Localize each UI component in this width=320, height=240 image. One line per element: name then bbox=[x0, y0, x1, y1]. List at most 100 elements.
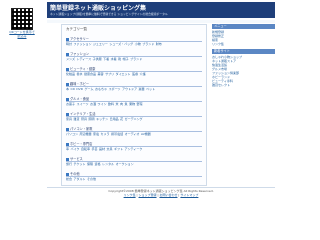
category-link[interactable]: オーディオ bbox=[125, 132, 140, 136]
category-link[interactable]: 周辺機器 bbox=[80, 132, 92, 136]
category-link[interactable]: 旅行 bbox=[66, 162, 72, 166]
category-link[interactable]: カメラ bbox=[101, 132, 110, 136]
category-list-panel: カテゴリ一覧 アクセサリー 時計 ファッション ジュエリー シューズ・バッグ 小物 ブラン… bbox=[61, 24, 207, 186]
category-link[interactable]: 肉 bbox=[120, 102, 123, 106]
category-link[interactable]: レンタル bbox=[102, 162, 114, 166]
footer-link[interactable]: ショップ登録 bbox=[139, 193, 157, 197]
category-heading[interactable]: 趣味・ホビー bbox=[70, 82, 89, 86]
category-link[interactable]: 財布 bbox=[156, 42, 162, 46]
category-link[interactable]: 子供服 bbox=[93, 57, 102, 61]
category-links: 総合 アダルト その他 bbox=[66, 177, 202, 181]
category-link[interactable]: 文具 bbox=[107, 147, 113, 151]
category-link[interactable]: ダイエット bbox=[116, 72, 131, 76]
category-link[interactable]: AV機器 bbox=[141, 132, 151, 136]
category-link[interactable]: シューズ・バッグ bbox=[109, 42, 133, 46]
folder-icon bbox=[66, 112, 69, 116]
category-link[interactable]: お酒 bbox=[90, 102, 96, 106]
category-link[interactable]: キッチン bbox=[96, 117, 108, 121]
category-link[interactable]: 下着 bbox=[103, 57, 109, 61]
category-link[interactable]: バイク bbox=[71, 147, 80, 151]
category-link[interactable]: 介護 bbox=[140, 72, 146, 76]
category-link[interactable]: チケット bbox=[74, 162, 86, 166]
category-heading[interactable]: インテリア・生活 bbox=[70, 112, 96, 116]
category-link[interactable]: アンティーク bbox=[125, 147, 143, 151]
category-link[interactable]: DVD bbox=[76, 87, 83, 91]
category-link[interactable]: 化粧品 bbox=[66, 72, 75, 76]
category-link[interactable]: 飲料 bbox=[108, 102, 114, 106]
category-link[interactable]: 保険 bbox=[87, 162, 93, 166]
category-link[interactable]: ブランド bbox=[130, 57, 142, 61]
category-link[interactable]: 帽子 bbox=[123, 57, 129, 61]
category-link[interactable]: 車 bbox=[66, 147, 69, 151]
category-link[interactable]: 花 bbox=[120, 117, 123, 121]
category-link[interactable]: ワイン bbox=[97, 102, 106, 106]
category-link[interactable]: 自転車 bbox=[81, 147, 90, 151]
category-link[interactable]: アダルト bbox=[74, 177, 86, 181]
category-link[interactable]: 健康食品 bbox=[84, 72, 96, 76]
sidebar: メニュー 新規登録 登録修正 検索 リンク集 新着サイト おしゃれ小物ショップ … bbox=[212, 24, 275, 90]
category-link[interactable]: 携帯電話 bbox=[111, 132, 123, 136]
category-link[interactable]: パソコン bbox=[66, 132, 78, 136]
footer-link[interactable]: サイトマップ bbox=[180, 193, 198, 197]
category-link[interactable]: ガーデニング bbox=[125, 117, 143, 121]
category-link[interactable]: 寝具 bbox=[81, 117, 87, 121]
category-heading[interactable]: パソコン・家電 bbox=[70, 127, 92, 131]
category-link[interactable]: スポーツ bbox=[108, 87, 120, 91]
category-link[interactable]: 本 bbox=[66, 87, 69, 91]
category-heading[interactable]: アクセサリー bbox=[70, 37, 89, 41]
category-link[interactable]: 水着 bbox=[111, 57, 117, 61]
category-link[interactable]: 小物 bbox=[135, 42, 141, 46]
category-link[interactable]: 手芸 bbox=[91, 147, 97, 151]
category-link[interactable]: サプリ bbox=[105, 72, 114, 76]
category-link[interactable]: 靴 bbox=[118, 57, 121, 61]
category-heading[interactable]: サービス bbox=[70, 157, 83, 161]
category-link[interactable]: 照明 bbox=[89, 117, 95, 121]
sidebar-info-item[interactable]: 雑貨セレクト bbox=[212, 83, 275, 87]
category-link[interactable]: スイーツ bbox=[77, 102, 89, 106]
category-links: メンズ レディース 子供服 下着 水着靴帽子 ブランド bbox=[66, 57, 202, 61]
category-link[interactable]: 雑貨 bbox=[74, 117, 80, 121]
category-link[interactable]: 美容 bbox=[98, 72, 104, 76]
category-link[interactable]: 日用品 bbox=[110, 117, 119, 121]
category-link[interactable]: 医療 bbox=[132, 72, 138, 76]
category-link[interactable]: 資格 bbox=[95, 162, 101, 166]
category-heading[interactable]: その他 bbox=[70, 172, 80, 176]
category-link[interactable]: その他 bbox=[87, 177, 96, 181]
category-link[interactable]: おもちゃ bbox=[95, 87, 107, 91]
footer-link[interactable]: お問い合わせ bbox=[159, 193, 177, 197]
category-link[interactable]: 魚 bbox=[125, 102, 128, 106]
category-link[interactable]: アウトドア bbox=[122, 87, 137, 91]
category-link[interactable]: 家電 bbox=[93, 132, 99, 136]
category-link[interactable]: ジュエリー bbox=[93, 42, 108, 46]
category-link[interactable]: ギフト bbox=[114, 147, 123, 151]
category-link[interactable]: 画材 bbox=[99, 147, 105, 151]
category-link[interactable]: メンズ bbox=[66, 57, 75, 61]
site-title[interactable]: 簡単登録ネット通販ショッピング集 bbox=[50, 3, 146, 12]
category-heading[interactable]: ファッション bbox=[70, 52, 89, 56]
category-heading[interactable]: ホビー・専門店 bbox=[70, 142, 92, 146]
category-link[interactable]: ブランド bbox=[142, 42, 154, 46]
category-heading[interactable]: グルメ・食品 bbox=[70, 97, 89, 101]
category-section: 趣味・ホビー 本 CD DVD ゲーム おもちゃ スポーツ アウトドア 楽器 ペット bbox=[66, 82, 202, 91]
category-link[interactable]: お菓子 bbox=[66, 102, 75, 106]
category-link[interactable]: 楽器 bbox=[138, 87, 144, 91]
category-link[interactable]: オークション bbox=[116, 162, 134, 166]
category-link[interactable]: 総合 bbox=[66, 177, 72, 181]
qr-code-caption[interactable]: QRコードを携帯で読込み bbox=[8, 30, 36, 38]
sidebar-menu-item[interactable]: リンク集 bbox=[212, 42, 275, 46]
footer-link[interactable]: リンク集 bbox=[124, 193, 136, 197]
category-link[interactable]: 米 bbox=[116, 102, 119, 106]
category-link[interactable]: ゲーム bbox=[85, 87, 94, 91]
category-heading[interactable]: ビューティ・健康 bbox=[70, 67, 95, 71]
category-link[interactable]: 香水 bbox=[77, 72, 83, 76]
category-link[interactable]: 野菜 bbox=[137, 102, 143, 106]
category-section: ホビー・専門店 車バイク 自転車 手芸 画材 文具 ギフト アンティーク bbox=[66, 142, 202, 151]
category-link[interactable]: ファッション bbox=[74, 42, 92, 46]
category-link[interactable]: 時計 bbox=[66, 42, 72, 46]
category-link[interactable]: 家具 bbox=[66, 117, 72, 121]
category-link[interactable]: CD bbox=[71, 87, 75, 91]
category-section: パソコン・家電 パソコン 周辺機器 家電 カメラ 携帯電話 オーディオ AV機器 bbox=[66, 127, 202, 136]
category-link[interactable]: レディース bbox=[76, 57, 91, 61]
category-link[interactable]: ペット bbox=[146, 87, 155, 91]
category-link[interactable]: 果物 bbox=[129, 102, 135, 106]
